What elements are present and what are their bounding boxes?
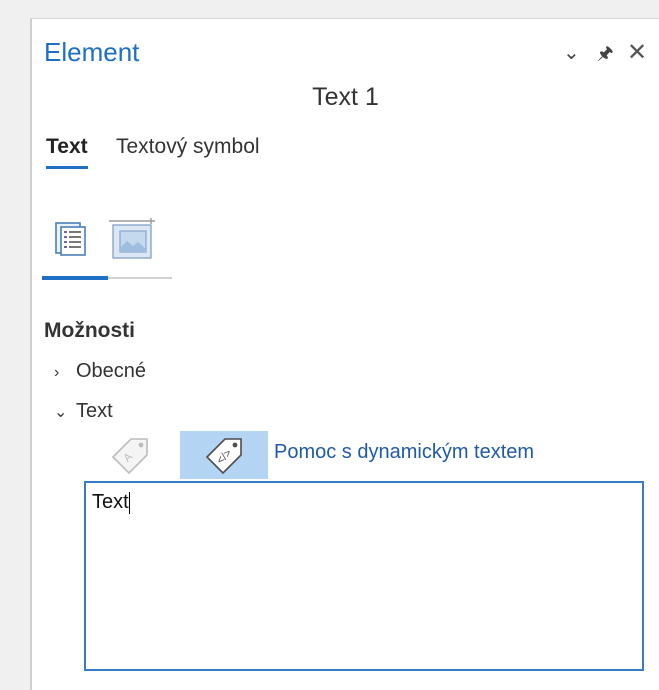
dynamic-text-tag-icon: </> <box>205 438 242 475</box>
icon-tab-bar <box>42 209 172 281</box>
icon-tab-active-indicator <box>42 276 108 280</box>
options-heading: Možnosti <box>44 319 135 342</box>
tab-text-symbol[interactable]: Textový symbol <box>116 135 260 159</box>
pane-title-actions: ⌄ 🖈︎ ✕ <box>559 41 659 69</box>
text-editor[interactable]: Text <box>84 481 644 671</box>
text-options-tab[interactable] <box>42 209 98 269</box>
display-options-tab[interactable] <box>104 209 160 269</box>
group-text-label: Text <box>76 400 113 422</box>
element-name: Text 1 <box>312 83 379 111</box>
pin-icon[interactable]: 🖈︎ <box>597 41 614 65</box>
close-icon[interactable]: ✕ <box>627 41 647 65</box>
text-caret <box>128 491 130 514</box>
text-tag-icon: A <box>111 438 148 475</box>
insert-text-tag-button[interactable]: A <box>86 431 174 479</box>
group-text[interactable]: ⌄ Text <box>54 397 113 425</box>
group-general-label: Obecné <box>76 360 147 382</box>
dynamic-text-help-link[interactable]: Pomoc s dynamickým textem <box>274 441 534 464</box>
group-general[interactable]: › Obecné <box>54 357 146 385</box>
text-options-icon <box>55 222 86 256</box>
text-editor-value: Text <box>92 491 129 513</box>
insert-dynamic-text-tag-button[interactable]: </> <box>180 431 268 479</box>
display-options-icon <box>109 218 155 259</box>
tab-text[interactable]: Text <box>46 135 88 169</box>
insert-toolbar: A </> Pomoc s dynamickým textem <box>86 431 646 479</box>
chevron-down-icon[interactable]: ⌄ <box>563 41 580 65</box>
chevron-right-icon: › <box>54 364 60 381</box>
element-pane: Element ⌄ 🖈︎ ✕ Text 1 Text Textový symbo… <box>30 18 659 690</box>
chevron-down-icon: ⌄ <box>54 404 68 421</box>
pane-title: Element <box>44 37 140 67</box>
